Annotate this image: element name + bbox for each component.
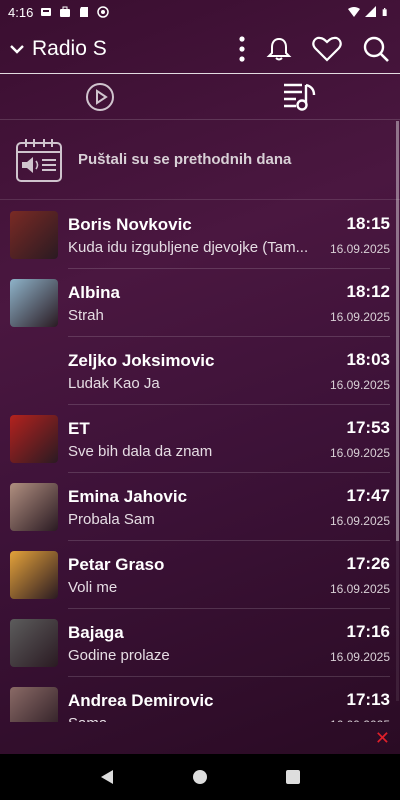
song-title: Strah — [68, 306, 104, 324]
album-art — [10, 415, 58, 463]
vpn-icon — [97, 6, 110, 18]
more-options-icon[interactable] — [238, 35, 246, 63]
recents-icon[interactable] — [285, 769, 301, 785]
scrollbar-thumb[interactable] — [396, 121, 399, 541]
play-date: 16.09.2025 — [330, 718, 390, 722]
play-time: 18:03 — [346, 350, 390, 369]
tab-now-playing[interactable] — [0, 74, 200, 119]
back-icon[interactable] — [99, 769, 115, 785]
artist-name: Emina Jahovic — [68, 486, 188, 506]
play-time: 17:53 — [346, 418, 390, 437]
sd-card-icon — [80, 7, 89, 17]
tab-playlist[interactable] — [200, 74, 400, 119]
play-time: 17:16 — [346, 622, 390, 641]
play-date: 16.09.2025 — [329, 446, 390, 460]
artist-name: Petar Graso — [68, 554, 165, 574]
app-screen: 4:16 Radio S Puštali su se prethodnih da… — [0, 0, 400, 754]
status-time: 4:16 — [8, 4, 34, 20]
play-date: 16.09.2025 — [329, 582, 390, 596]
artist-name: Boris Novkovic — [68, 214, 192, 234]
wifi-icon — [348, 7, 360, 17]
artist-name: Andrea Demirovic — [68, 690, 214, 710]
calendar-audio-icon — [16, 138, 62, 182]
song-title: Godine prolaze — [68, 646, 170, 664]
artist-name: ET — [68, 418, 90, 438]
album-art — [10, 483, 58, 531]
song-title: Sve bih dala da znam — [68, 442, 213, 460]
playlist-music-icon — [284, 83, 316, 111]
album-art — [10, 279, 58, 327]
bell-icon[interactable] — [266, 36, 292, 62]
artist-name: Zeljko Joksimovic — [68, 350, 215, 370]
artist-name: Bajaga — [68, 622, 124, 642]
history-header: Puštali su se prethodnih dana — [0, 120, 400, 200]
home-icon[interactable] — [192, 769, 208, 785]
play-time: 18:15 — [346, 214, 390, 233]
system-nav-bar — [0, 754, 400, 800]
close-ad-icon[interactable]: ✕ — [375, 728, 390, 749]
play-time: 18:12 — [346, 282, 390, 301]
song-history-list[interactable]: Boris Novkovic Kuda idu izgubljene djevo… — [0, 201, 400, 722]
song-title: Voli me — [68, 578, 118, 596]
song-row[interactable]: Zeljko Joksimovic Ludak Kao Ja 18:03 16.… — [0, 337, 400, 405]
artist-name: Albina — [68, 282, 120, 302]
bag-icon — [60, 6, 71, 17]
album-art — [10, 687, 58, 722]
album-art — [10, 347, 58, 395]
station-title[interactable]: Radio S — [32, 37, 238, 61]
play-time: 17:13 — [346, 690, 390, 709]
song-row[interactable]: Bajaga Godine prolaze 17:16 16.09.2025 — [0, 609, 400, 677]
play-date: 16.09.2025 — [329, 242, 390, 256]
play-time: 17:47 — [346, 486, 390, 505]
song-row[interactable]: ET Sve bih dala da znam 17:53 16.09.2025 — [0, 405, 400, 473]
history-label: Puštali su se prethodnih dana — [78, 151, 292, 168]
search-icon[interactable] — [362, 35, 390, 63]
play-circle-icon — [86, 82, 114, 111]
song-row[interactable]: Andrea Demirovic Sama 17:13 16.09.2025 — [0, 677, 400, 722]
chevron-down-icon[interactable] — [8, 40, 26, 58]
song-row[interactable]: Petar Graso Voli me 17:26 16.09.2025 — [0, 541, 400, 609]
song-title: Probala Sam — [68, 510, 155, 528]
song-row[interactable]: Albina Strah 18:12 16.09.2025 — [0, 269, 400, 337]
song-row[interactable]: Emina Jahovic Probala Sam 17:47 16.09.20… — [0, 473, 400, 541]
play-date: 16.09.2025 — [329, 310, 390, 324]
play-date: 16.09.2025 — [329, 378, 390, 392]
app-bar: Radio S — [0, 24, 400, 74]
album-art — [10, 211, 58, 259]
sim-icon — [41, 8, 52, 16]
album-art — [10, 551, 58, 599]
status-bar: 4:16 — [0, 0, 400, 24]
signal-icon — [365, 6, 376, 17]
battery-icon — [382, 8, 387, 16]
song-title: Ludak Kao Ja — [68, 374, 160, 392]
song-row[interactable]: Boris Novkovic Kuda idu izgubljene djevo… — [0, 201, 400, 269]
play-time: 17:26 — [346, 554, 390, 573]
tab-bar — [0, 74, 400, 120]
play-date: 16.09.2025 — [329, 514, 390, 528]
play-date: 16.09.2025 — [329, 650, 390, 664]
song-title: Kuda idu izgubljene djevojke (Tam... — [68, 238, 309, 256]
album-art — [10, 619, 58, 667]
song-title: Sama — [68, 715, 322, 723]
heart-icon[interactable] — [312, 36, 342, 62]
